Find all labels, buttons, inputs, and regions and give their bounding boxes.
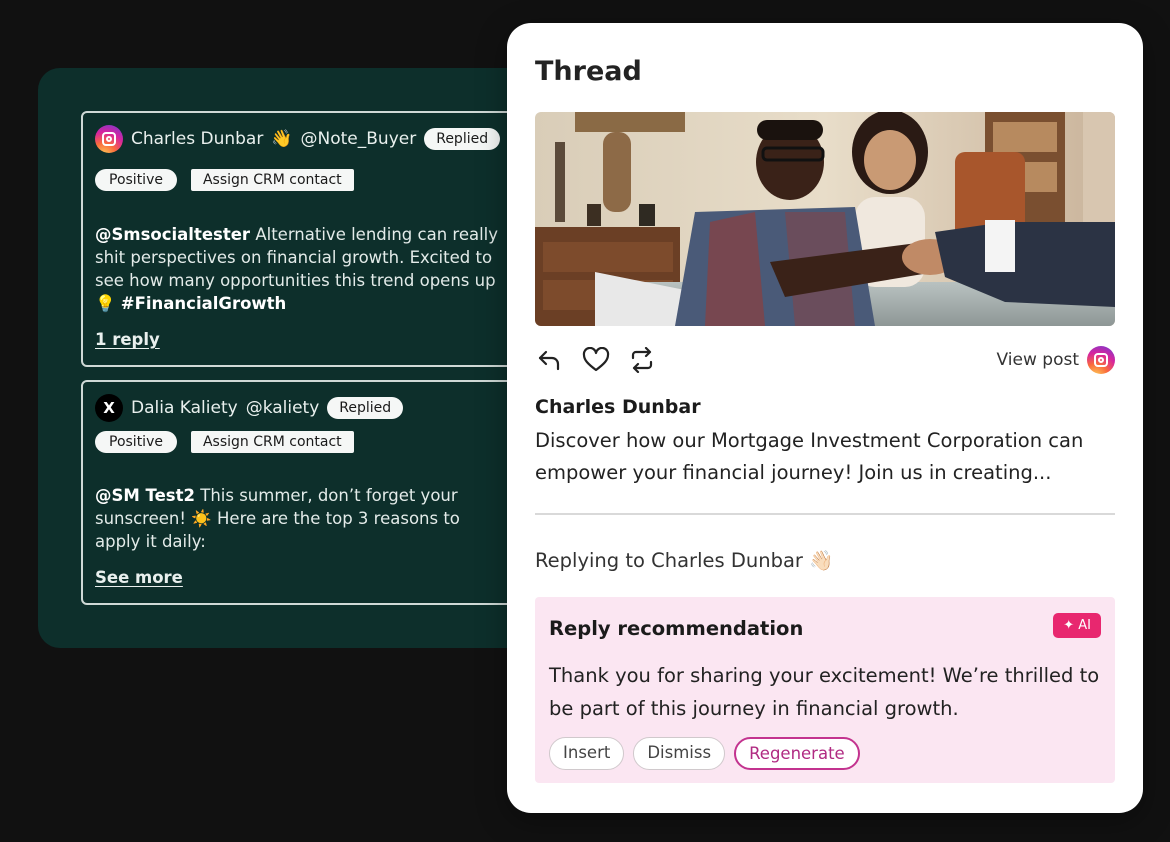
message-tags: Positive Assign CRM contact	[95, 431, 354, 453]
message-body: @Smsocialtester Alternative lending can …	[95, 223, 535, 315]
dismiss-button[interactable]: Dismiss	[633, 737, 726, 770]
ai-badge: ✦ AI	[1053, 613, 1101, 638]
instagram-icon	[1087, 346, 1115, 374]
recommendation-actions: Insert Dismiss Regenerate	[549, 737, 860, 770]
post-author: Charles Dunbar	[535, 396, 701, 418]
heart-icon[interactable]	[581, 345, 611, 375]
message-header: X Dalia Kaliety @kaliety Replied	[95, 394, 404, 422]
wave-emoji: 👋	[271, 129, 293, 149]
view-post-link[interactable]: View post	[997, 346, 1115, 374]
author-name: Dalia Kaliety	[131, 398, 238, 418]
assign-crm-button[interactable]: Assign CRM contact	[190, 431, 354, 453]
message-line: see how many opportunities this trend op…	[95, 271, 496, 290]
message-line: shit perspectives on financial growth. E…	[95, 248, 493, 267]
assign-crm-button[interactable]: Assign CRM contact	[190, 169, 354, 191]
recommendation-text: Thank you for sharing your excitement! W…	[549, 664, 1100, 720]
mention[interactable]: @SM Test2	[95, 486, 195, 505]
thread-title: Thread	[535, 56, 642, 87]
post-text: Discover how our Mortgage Investment Cor…	[535, 429, 1084, 484]
reply-icon[interactable]	[535, 345, 565, 375]
repost-icon[interactable]	[627, 345, 657, 375]
post-actions	[535, 345, 657, 375]
lightbulb-emoji: 💡	[95, 294, 116, 313]
status-badge: Replied	[327, 397, 404, 419]
sentiment-tag[interactable]: Positive	[95, 169, 177, 191]
divider	[535, 513, 1115, 515]
replying-to: Replying to Charles Dunbar 👋🏻	[535, 549, 834, 572]
author-handle: @kaliety	[245, 398, 320, 418]
author-handle: @Note_Buyer	[300, 129, 417, 149]
hashtag[interactable]: #FinancialGrowth	[121, 294, 287, 313]
sentiment-tag[interactable]: Positive	[95, 431, 177, 453]
message-line: sunscreen! ☀️ Here are the top 3 reasons…	[95, 509, 460, 528]
view-post-label: View post	[996, 350, 1079, 370]
see-more-link[interactable]: See more	[95, 568, 183, 587]
message-body: @SM Test2 This summer, don’t forget your…	[95, 484, 535, 553]
status-badge: Replied	[424, 128, 501, 150]
author-name: Charles Dunbar	[131, 129, 264, 149]
recommendation-title: Reply recommendation	[549, 617, 804, 640]
mention[interactable]: @Smsocialtester	[95, 225, 250, 244]
reply-count-link[interactable]: 1 reply	[95, 330, 160, 349]
handshake-photo	[535, 112, 1115, 326]
post-image[interactable]	[535, 112, 1115, 326]
insert-button[interactable]: Insert	[549, 737, 625, 770]
x-icon: X	[95, 394, 123, 422]
instagram-icon	[95, 125, 123, 153]
message-line: apply it daily:	[95, 532, 206, 551]
thread-panel: Thread View post Charles Dunbar Discover…	[507, 23, 1143, 813]
message-header: Charles Dunbar 👋 @Note_Buyer Replied	[95, 125, 501, 153]
reply-recommendation: Reply recommendation ✦ AI Thank you for …	[535, 597, 1115, 783]
message-tags: Positive Assign CRM contact	[95, 169, 354, 191]
message-line: This summer, don’t forget your	[195, 486, 458, 505]
regenerate-button[interactable]: Regenerate	[734, 737, 860, 770]
message-line: Alternative lending can really	[250, 225, 499, 244]
